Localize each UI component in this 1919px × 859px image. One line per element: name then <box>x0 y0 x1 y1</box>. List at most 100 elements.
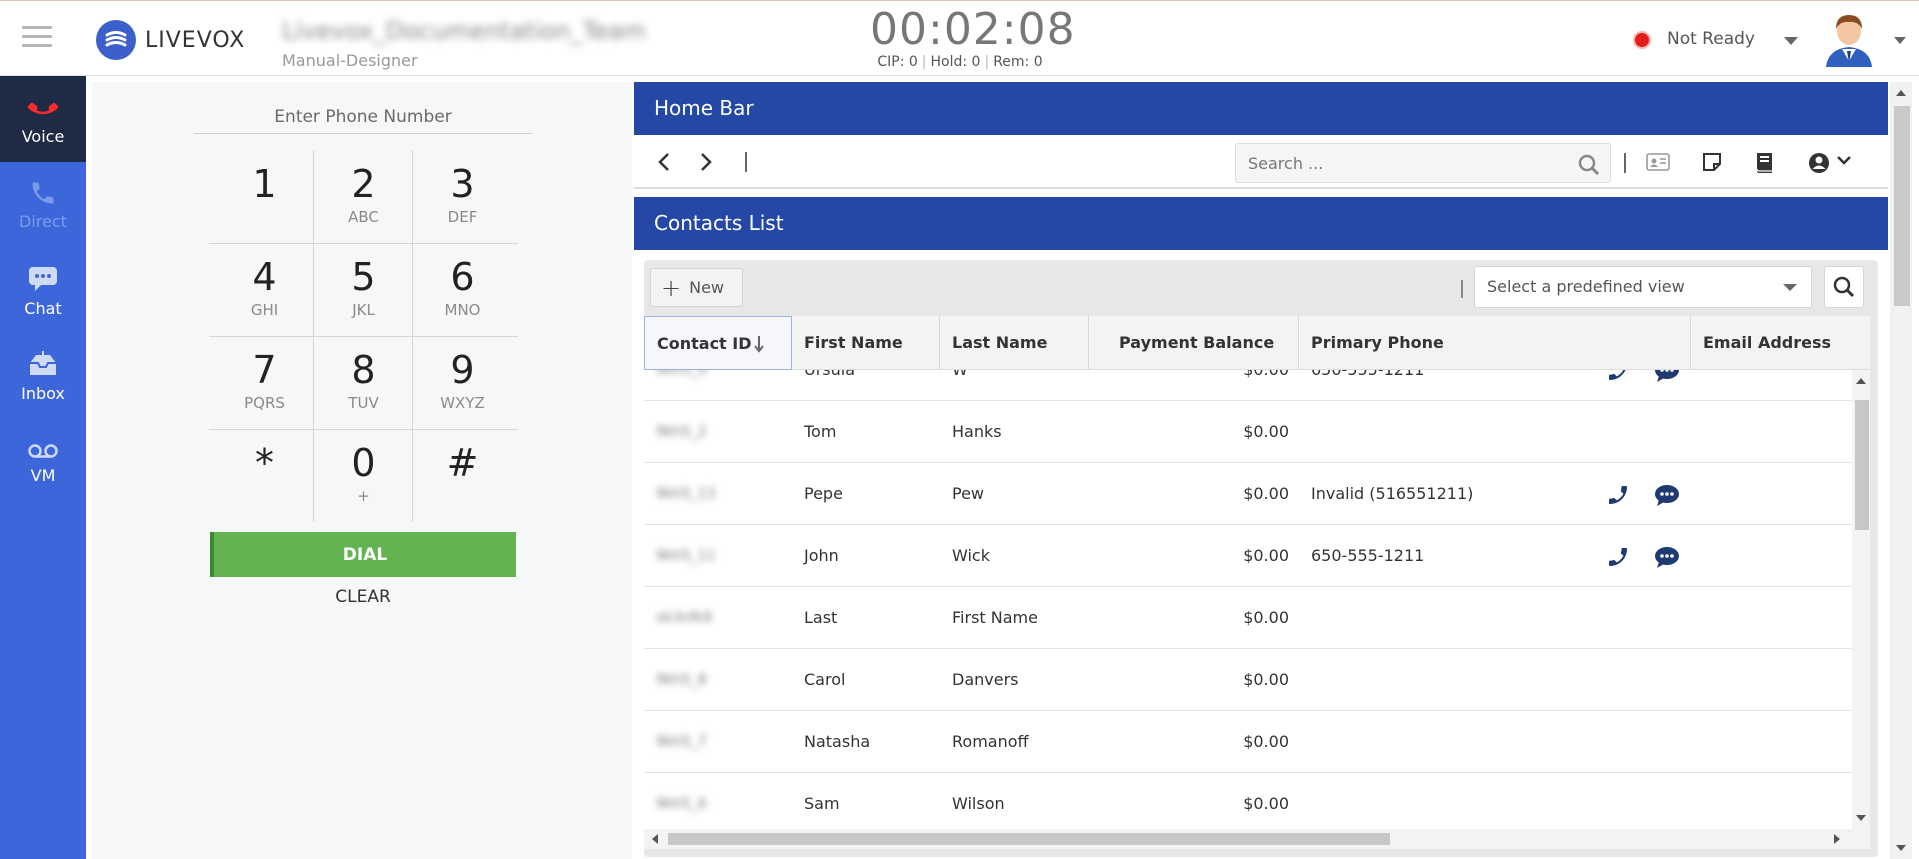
status-dropdown-icon[interactable] <box>1784 37 1798 45</box>
dial-button[interactable]: DIAL <box>210 532 516 577</box>
scroll-left-icon[interactable] <box>652 834 658 844</box>
column-header-primary-phone[interactable]: Primary Phone <box>1299 316 1691 370</box>
home-search-box[interactable] <box>1235 143 1611 183</box>
book-icon[interactable] <box>1754 151 1776 175</box>
call-phone-icon[interactable] <box>1606 483 1630 507</box>
table-row[interactable]: 9kh5_9 Ursula W $0.00 650-555-1211 <box>644 370 1852 401</box>
key-4[interactable]: 4 GHI <box>215 243 314 336</box>
table-row[interactable]: 9kh5_11 John Wick $0.00 650-555-1211 <box>644 525 1852 587</box>
contact-id-cell: 9kh5_6 <box>656 796 707 812</box>
sort-descending-icon <box>754 336 764 353</box>
home-search-input[interactable] <box>1236 144 1566 182</box>
hamburger-menu-icon[interactable] <box>22 26 52 50</box>
key-0[interactable]: 0 + <box>314 429 413 522</box>
phone-number-input[interactable] <box>194 100 532 134</box>
key-2[interactable]: 2 ABC <box>314 150 413 243</box>
key-3[interactable]: 3 DEF <box>413 150 512 243</box>
column-header-contact-id[interactable]: Contact ID <box>644 316 792 370</box>
contacts-list-title: Contacts List <box>634 197 1888 250</box>
scroll-thumb[interactable] <box>668 833 1390 845</box>
view-divider <box>1461 280 1463 298</box>
home-bar-title: Home Bar <box>634 82 1888 135</box>
key-9[interactable]: 9 WXYZ <box>413 336 512 429</box>
balance-cell: $0.00 <box>1243 546 1289 565</box>
table-row[interactable]: 9kh5_7 Natasha Romanoff $0.00 <box>644 711 1852 773</box>
balance-cell: $0.00 <box>1243 608 1289 627</box>
balance-cell: $0.00 <box>1243 484 1289 503</box>
first-name-cell: Natasha <box>804 732 871 751</box>
profile-dropdown-icon[interactable] <box>1894 37 1906 44</box>
first-name-cell: Sam <box>804 794 840 813</box>
search-icon[interactable] <box>1578 154 1600 176</box>
scroll-right-icon[interactable] <box>1834 834 1840 844</box>
page-vertical-scrollbar[interactable] <box>1890 82 1912 859</box>
forward-arrow-icon[interactable] <box>696 151 716 173</box>
scroll-up-icon[interactable] <box>1896 90 1906 96</box>
top-header: LIVEVOX Livevox_Documentation_Team Manua… <box>0 0 1919 76</box>
balance-cell: $0.00 <box>1243 794 1289 813</box>
clear-button[interactable]: CLEAR <box>210 582 516 612</box>
user-circle-icon[interactable] <box>1807 151 1831 175</box>
table-row[interactable]: xk3nfk9 Last First Name $0.00 <box>644 587 1852 649</box>
table-row[interactable]: 9kh5_8 Carol Danvers $0.00 <box>644 649 1852 711</box>
contact-id-cell: 9kh5_7 <box>656 734 707 750</box>
key-6[interactable]: 6 MNO <box>413 243 512 336</box>
nav-item-voice[interactable]: Voice <box>0 76 86 162</box>
last-name-cell: W <box>952 370 968 401</box>
hold-count: Hold: 0 <box>930 54 981 70</box>
column-header-last-name[interactable]: Last Name <box>940 316 1089 370</box>
sub-team-name: Manual-Designer <box>282 51 418 70</box>
scroll-down-icon[interactable] <box>1896 845 1906 851</box>
chevron-down-icon[interactable] <box>1836 155 1852 167</box>
predefined-view-placeholder: Select a predefined view <box>1487 277 1685 296</box>
table-row[interactable]: 9kh5_13 Pepe Pew $0.00 Invalid (51655121… <box>644 463 1852 525</box>
table-row[interactable]: 9kh5_2 Tom Hanks $0.00 <box>644 401 1852 463</box>
new-contact-button[interactable]: + New <box>650 268 743 307</box>
scroll-down-icon[interactable] <box>1856 815 1866 821</box>
dialpad-panel: 1 2ABC 3DEF 4GHI 5JKL 6MNO 7PQRS 8TUV 9W… <box>92 82 632 859</box>
first-name-cell: Ursula <box>804 370 855 401</box>
call-phone-icon[interactable] <box>1606 370 1630 383</box>
key-5[interactable]: 5 JKL <box>314 243 413 336</box>
nav-label-inbox: Inbox <box>21 384 65 403</box>
first-name-cell: Last <box>804 608 838 627</box>
back-arrow-icon[interactable] <box>654 151 674 173</box>
contact-card-icon[interactable] <box>1646 151 1670 173</box>
sms-chat-icon[interactable] <box>1654 483 1680 507</box>
sms-chat-icon[interactable] <box>1654 370 1680 383</box>
last-name-cell: Wilson <box>952 794 1005 813</box>
sms-chat-icon[interactable] <box>1654 545 1680 569</box>
balance-cell: $0.00 <box>1243 670 1289 689</box>
contact-id-cell: 9kh5_13 <box>656 486 716 502</box>
first-name-cell: Carol <box>804 670 846 689</box>
call-phone-icon[interactable] <box>1606 545 1630 569</box>
view-search-button[interactable] <box>1824 266 1864 308</box>
nav-label-chat: Chat <box>24 299 62 318</box>
nav-item-vm[interactable]: VM <box>0 420 86 506</box>
scroll-thumb[interactable] <box>1894 106 1910 306</box>
table-header: Contact ID First Name Last Name Payment … <box>644 316 1870 370</box>
scroll-thumb[interactable] <box>1855 400 1869 530</box>
key-7[interactable]: 7 PQRS <box>215 336 314 429</box>
table-horizontal-scrollbar[interactable] <box>644 829 1870 849</box>
contact-id-cell: xk3nfk9 <box>656 610 713 626</box>
phone-icon <box>28 102 58 115</box>
avatar[interactable] <box>1820 9 1878 67</box>
scroll-up-icon[interactable] <box>1856 378 1866 384</box>
note-icon[interactable] <box>1701 151 1723 173</box>
nav-item-chat[interactable]: Chat <box>0 248 86 334</box>
key-1[interactable]: 1 <box>215 150 314 243</box>
column-header-payment-balance[interactable]: Payment Balance <box>1089 316 1299 370</box>
predefined-view-select[interactable]: Select a predefined view <box>1474 266 1812 308</box>
agent-status[interactable]: Not Ready <box>1667 29 1755 49</box>
column-header-email-address[interactable]: Email Address <box>1691 316 1870 370</box>
nav-item-direct[interactable]: Direct <box>0 162 86 248</box>
column-header-first-name[interactable]: First Name <box>792 316 940 370</box>
contact-id-cell: 9kh5_8 <box>656 672 707 688</box>
table-row[interactable]: 9kh5_6 Sam Wilson $0.00 <box>644 773 1852 829</box>
nav-item-inbox[interactable]: Inbox <box>0 334 86 420</box>
key-star[interactable]: * <box>215 429 314 522</box>
key-hash[interactable]: # <box>413 429 512 522</box>
table-vertical-scrollbar[interactable] <box>1852 370 1870 829</box>
key-8[interactable]: 8 TUV <box>314 336 413 429</box>
